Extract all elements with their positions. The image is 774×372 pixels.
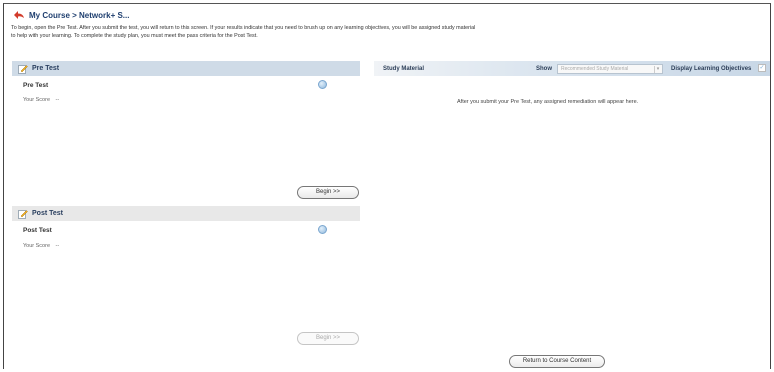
pre-test-title: Pre Test xyxy=(23,82,49,89)
post-test-begin-button[interactable]: Begin >> xyxy=(297,332,359,345)
app-frame xyxy=(3,3,771,369)
post-test-title: Post Test xyxy=(23,227,52,234)
show-select-value: Recommended Study Material xyxy=(561,66,629,72)
post-test-header: Post Test xyxy=(12,206,360,221)
post-test-header-label: Post Test xyxy=(32,210,63,217)
intro-line-1: To begin, open the Pre Test. After you s… xyxy=(11,25,476,31)
study-material-title: Study Material xyxy=(383,65,425,72)
pre-test-score-value: -- xyxy=(55,97,60,103)
return-to-course-button[interactable]: Return to Course Content xyxy=(509,355,605,368)
pre-test-header-label: Pre Test xyxy=(32,65,60,72)
intro-text: To begin, open the Pre Test. After you s… xyxy=(11,24,631,40)
chevron-down-icon[interactable]: ▾ xyxy=(654,66,661,73)
show-label: Show xyxy=(536,65,552,72)
pencil-icon xyxy=(18,64,28,74)
show-select[interactable]: Recommended Study Material ▾ xyxy=(557,64,663,74)
post-test-score: Your Score -- xyxy=(23,243,59,249)
objectives-label: Display Learning Objectives xyxy=(671,65,752,72)
pre-test-begin-button[interactable]: Begin >> xyxy=(297,186,359,199)
intro-line-2: to help with your learning. To complete … xyxy=(11,33,258,39)
breadcrumb: My Course > Network+ S... xyxy=(13,9,129,21)
objectives-checkbox[interactable]: ✓ xyxy=(758,64,766,72)
back-arrow-icon[interactable] xyxy=(13,10,25,20)
pre-test-score-label: Your Score xyxy=(23,97,51,103)
breadcrumb-text[interactable]: My Course > Network+ S... xyxy=(29,11,129,20)
pre-test-header: Pre Test xyxy=(12,61,360,76)
pencil-icon xyxy=(18,209,28,219)
pre-test-score: Your Score -- xyxy=(23,97,59,103)
info-icon[interactable] xyxy=(318,80,327,89)
info-icon[interactable] xyxy=(318,225,327,234)
post-test-score-label: Your Score xyxy=(23,243,51,249)
remediation-message: After you submit your Pre Test, any assi… xyxy=(457,99,639,105)
study-material-header: Study Material Show Recommended Study Ma… xyxy=(374,61,770,76)
post-test-score-value: -- xyxy=(55,243,60,249)
